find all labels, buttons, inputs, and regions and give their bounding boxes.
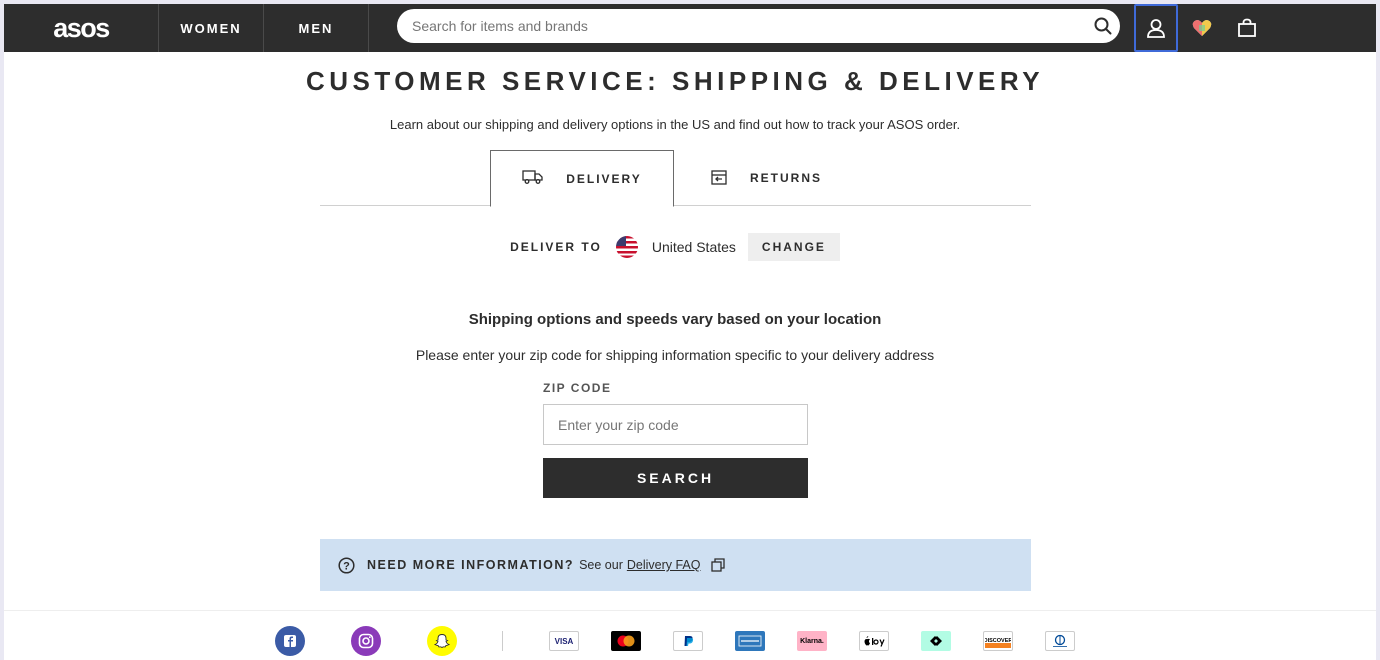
page-title: CUSTOMER SERVICE: SHIPPING & DELIVERY (305, 66, 1045, 96)
info-heading: NEED MORE INFORMATION? (367, 558, 575, 572)
amex-icon (735, 631, 765, 651)
apple-pay-icon (859, 631, 889, 651)
page-subtitle: Learn about our shipping and delivery op… (389, 117, 961, 132)
need-more-info-banner: ? NEED MORE INFORMATION? See our Deliver… (320, 539, 1031, 591)
search-input[interactable] (412, 18, 1086, 34)
shipping-subtext: Please enter your zip code for shipping … (415, 347, 935, 363)
delivery-faq-link[interactable]: Delivery FAQ (627, 558, 701, 572)
footer-bar: VISA Klarna. DISCOVER (4, 610, 1376, 660)
svg-text:DISCOVER: DISCOVER (985, 638, 1011, 644)
tab-bar: DELIVERY RETURNS (320, 150, 1031, 207)
mastercard-icon (611, 631, 641, 651)
zip-code-input[interactable] (543, 404, 808, 445)
page-frame: asos WOMEN MEN CUSTOMER SERVICE: SHIPPIN… (4, 4, 1376, 660)
bag-icon[interactable] (1225, 4, 1269, 52)
zip-code-label: ZIP CODE (543, 381, 612, 395)
klarna-icon: Klarna. (797, 631, 827, 651)
country-name: United States (651, 239, 736, 255)
deliver-to-label: DELIVER TO (510, 240, 602, 254)
tab-delivery-label: DELIVERY (566, 171, 642, 186)
afterpay-icon (921, 631, 951, 651)
paypal-icon (673, 631, 703, 651)
account-icon[interactable] (1134, 4, 1178, 52)
zip-search-button[interactable]: SEARCH (543, 458, 808, 498)
returns-icon (710, 168, 728, 189)
visa-icon: VISA (549, 631, 579, 651)
search-bar (397, 9, 1120, 43)
instagram-icon[interactable] (351, 626, 381, 656)
saved-items-icon[interactable] (1180, 4, 1224, 52)
top-header: asos WOMEN MEN (4, 4, 1376, 52)
shipping-heading: Shipping options and speeds vary based o… (468, 311, 882, 328)
discover-icon: DISCOVER (983, 631, 1013, 651)
info-see-text: See our (579, 558, 623, 572)
footer-divider (502, 631, 503, 651)
tab-returns[interactable]: RETURNS (674, 150, 858, 206)
external-link-icon[interactable] (710, 558, 725, 572)
nav-men[interactable]: MEN (264, 4, 369, 52)
svg-text:?: ? (343, 560, 350, 572)
us-flag-icon (615, 236, 638, 258)
facebook-icon[interactable] (275, 626, 305, 656)
tab-returns-label: RETURNS (749, 171, 822, 185)
help-icon: ? (338, 556, 355, 574)
deliver-to-row: DELIVER TO United States CHANGE (4, 232, 1346, 262)
nav-women[interactable]: WOMEN (159, 4, 264, 52)
change-country-button[interactable]: CHANGE (747, 233, 840, 261)
truck-icon (522, 169, 544, 188)
asos-logo[interactable]: asos (4, 4, 159, 52)
search-icon[interactable] (1086, 9, 1120, 43)
snapchat-icon[interactable] (427, 626, 457, 656)
diners-club-icon (1045, 631, 1075, 651)
tab-delivery[interactable]: DELIVERY (490, 150, 674, 207)
